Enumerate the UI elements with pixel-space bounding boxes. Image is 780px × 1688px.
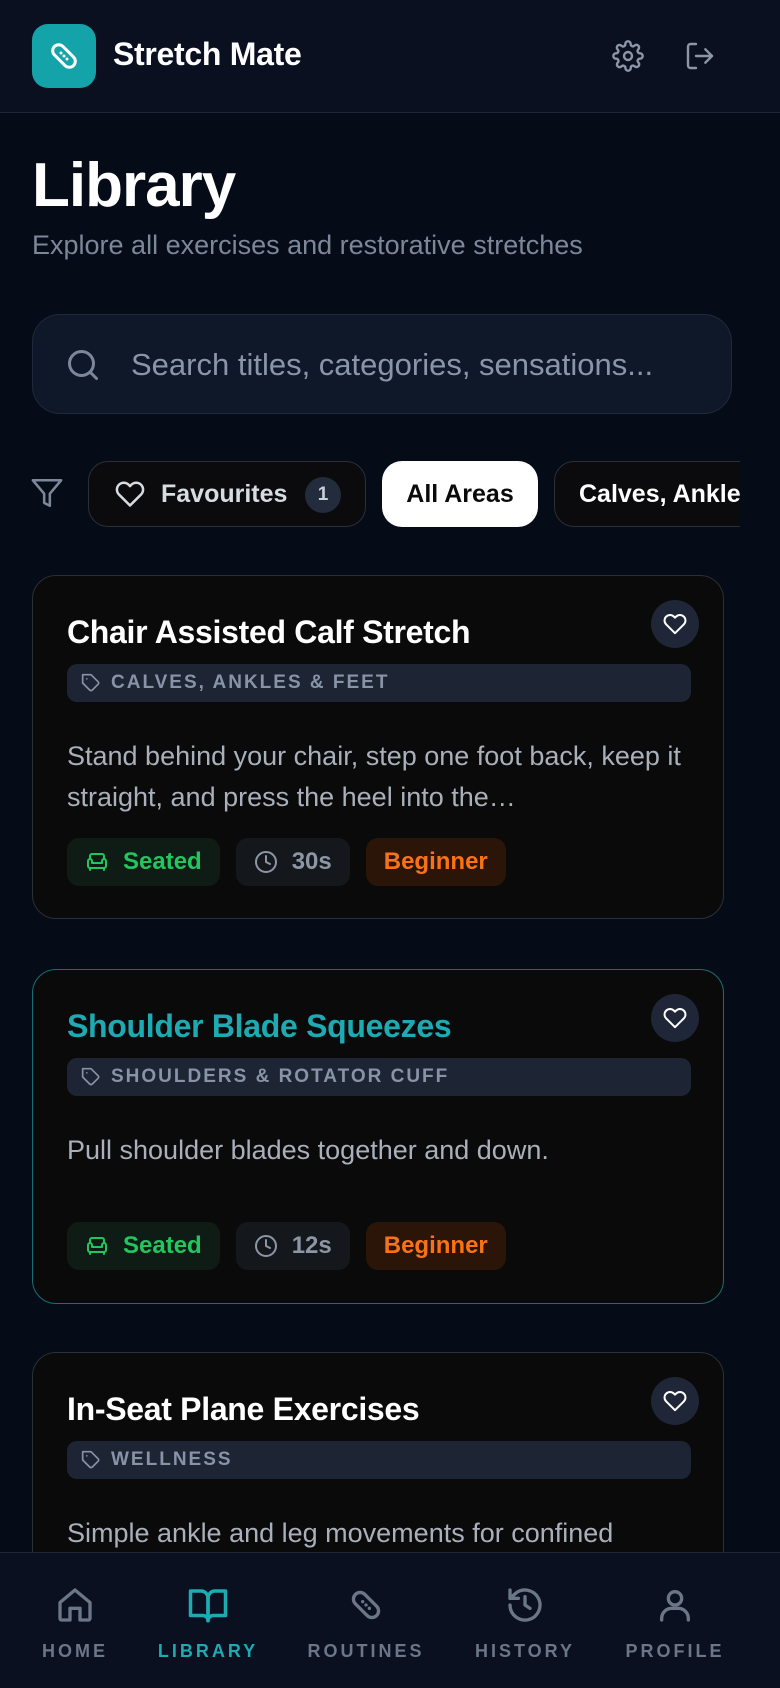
search-input[interactable] bbox=[131, 337, 711, 393]
position-label: Seated bbox=[123, 1232, 202, 1259]
app-header: Stretch Mate bbox=[0, 0, 780, 113]
favourites-label: Favourites bbox=[161, 479, 288, 508]
book-icon bbox=[188, 1589, 228, 1623]
user-icon bbox=[660, 1590, 690, 1622]
favourite-button[interactable] bbox=[651, 994, 699, 1042]
filter-chips: Favourites 1 All Areas Calves, Ankles & … bbox=[88, 461, 740, 527]
duration-badge: 12s bbox=[235, 1222, 350, 1270]
category-label: SHOULDERS & ROTATOR CUFF bbox=[111, 1066, 450, 1087]
nav-item-routines[interactable]: ROUTINES bbox=[296, 1581, 436, 1662]
heart-icon bbox=[663, 614, 687, 635]
exercise-title: In-Seat Plane Exercises bbox=[67, 1391, 420, 1427]
nav-item-profile[interactable]: PROFILE bbox=[605, 1581, 745, 1662]
tag-icon bbox=[81, 1067, 100, 1086]
level-badge: Beginner bbox=[365, 1222, 506, 1270]
heart-icon bbox=[663, 1391, 687, 1412]
logout-icon bbox=[686, 42, 714, 70]
category-label: CALVES, ANKLES & FEET bbox=[111, 672, 390, 693]
app-logo bbox=[32, 24, 96, 88]
heart-icon bbox=[663, 1008, 687, 1029]
heart-icon bbox=[115, 481, 145, 507]
position-badge: Seated bbox=[67, 838, 220, 886]
filter-icon bbox=[31, 478, 63, 508]
clock-icon bbox=[254, 851, 277, 873]
category-label: WELLNESS bbox=[111, 1449, 233, 1470]
exercise-card[interactable]: Shoulder Blade Squeezes SHOULDERS & ROTA… bbox=[32, 969, 724, 1304]
logout-button[interactable] bbox=[680, 36, 720, 76]
category-tag: WELLNESS bbox=[67, 1441, 691, 1479]
level-badge: Beginner bbox=[365, 838, 506, 886]
home-icon bbox=[58, 1588, 92, 1622]
favourites-count-badge: 1 bbox=[305, 477, 341, 513]
favourite-button[interactable] bbox=[651, 600, 699, 648]
nav-item-home[interactable]: HOME bbox=[5, 1581, 145, 1662]
favourite-button[interactable] bbox=[651, 1377, 699, 1425]
favourites-chip[interactable]: Favourites 1 bbox=[88, 461, 366, 527]
nav-label: HISTORY bbox=[474, 1641, 575, 1661]
nav-label: ROUTINES bbox=[307, 1641, 425, 1661]
clock-icon bbox=[254, 1235, 277, 1257]
tag-icon bbox=[81, 673, 100, 692]
tag-icon bbox=[81, 1450, 100, 1469]
nav-label: LIBRARY bbox=[157, 1641, 259, 1661]
position-badge: Seated bbox=[67, 1222, 220, 1270]
nav-label: HOME bbox=[42, 1641, 108, 1661]
chip-all-areas[interactable]: All Areas bbox=[382, 461, 538, 527]
exercise-description: Simple ankle and leg movements for confi… bbox=[67, 1518, 614, 1548]
category-tag: SHOULDERS & ROTATOR CUFF bbox=[67, 1058, 691, 1096]
history-icon bbox=[508, 1588, 542, 1622]
exercise-title: Chair Assisted Calf Stretch bbox=[67, 614, 471, 650]
search-icon bbox=[68, 350, 98, 380]
chip-calves-ankles-feet[interactable]: Calves, Ankles & Feet bbox=[554, 461, 740, 527]
nav-item-library[interactable]: LIBRARY bbox=[138, 1581, 278, 1662]
exercise-badges: Seated 30s Beginner bbox=[67, 838, 506, 886]
settings-button[interactable] bbox=[608, 36, 648, 76]
bandage-icon bbox=[51, 43, 77, 69]
bottom-nav: HOME LIBRARY ROUTINES HISTORY PROFILE bbox=[0, 1552, 780, 1688]
armchair-icon bbox=[87, 853, 107, 871]
duration-label: 12s bbox=[291, 1232, 332, 1259]
exercise-description: Stand behind your chair, step one foot b… bbox=[67, 741, 681, 812]
duration-badge: 30s bbox=[235, 838, 350, 886]
exercise-badges: Seated 12s Beginner bbox=[67, 1222, 506, 1270]
app-title: Stretch Mate bbox=[113, 36, 302, 72]
armchair-icon bbox=[87, 1237, 107, 1255]
exercise-title: Shoulder Blade Squeezes bbox=[67, 1008, 452, 1044]
nav-item-history[interactable]: HISTORY bbox=[455, 1581, 595, 1662]
nav-label: PROFILE bbox=[625, 1641, 725, 1661]
duration-label: 30s bbox=[291, 848, 332, 875]
exercise-card[interactable]: Chair Assisted Calf Stretch CALVES, ANKL… bbox=[32, 575, 724, 919]
page-title: Library bbox=[32, 151, 236, 220]
position-label: Seated bbox=[123, 848, 202, 875]
search-bar bbox=[32, 314, 732, 414]
category-tag: CALVES, ANKLES & FEET bbox=[67, 664, 691, 702]
page-subtitle: Explore all exercises and restorative st… bbox=[32, 230, 583, 260]
gear-icon bbox=[612, 40, 644, 72]
exercise-description: Pull shoulder blades together and down. bbox=[67, 1135, 549, 1165]
bandage-icon bbox=[351, 1590, 381, 1620]
